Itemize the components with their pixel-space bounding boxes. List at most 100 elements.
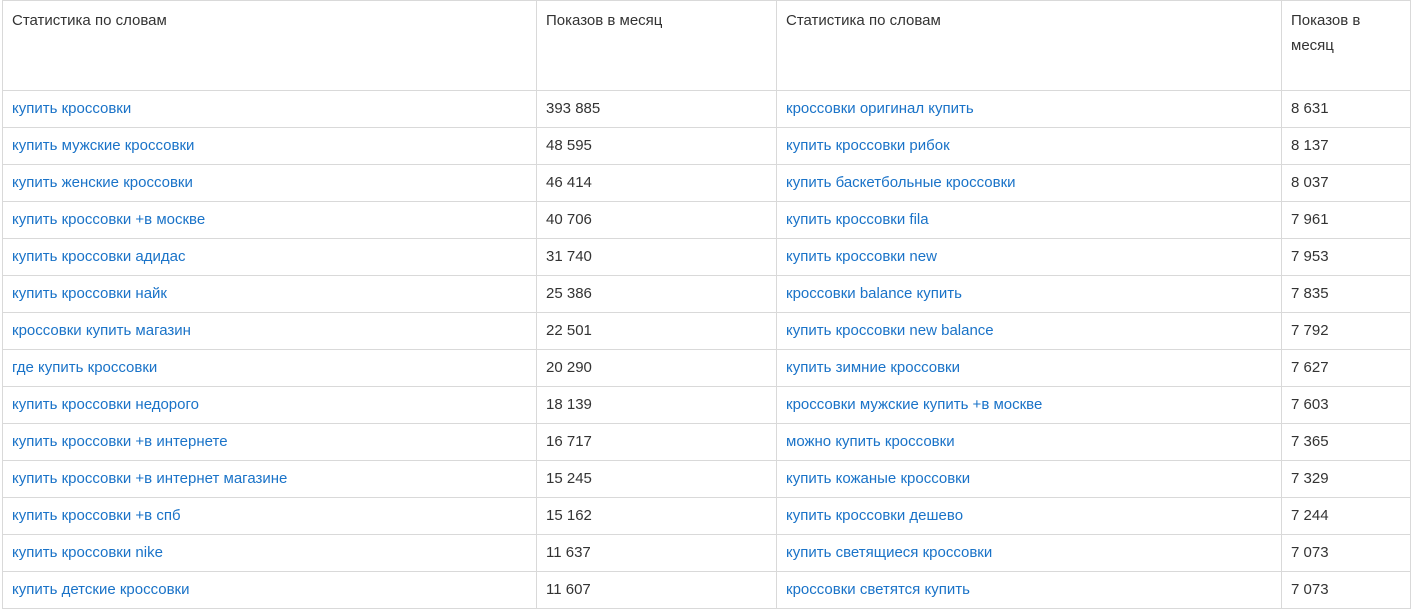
table-header: Статистика по словам Показов в месяц Ста…	[2, 0, 1411, 91]
impressions-count: 16 717	[536, 423, 777, 461]
keyword-cell: купить кроссовки +в интернет магазине	[2, 460, 537, 498]
keyword-link[interactable]: кроссовки купить магазин	[12, 322, 191, 339]
keyword-link[interactable]: купить кроссовки рибок	[786, 137, 950, 154]
keyword-cell: купить зимние кроссовки	[776, 349, 1282, 387]
keyword-link[interactable]: купить кроссовки найк	[12, 285, 167, 302]
table-row: купить мужские кроссовки 48 595 купить кро…	[2, 127, 1411, 165]
keyword-link[interactable]: купить кроссовки nike	[12, 544, 163, 561]
impressions-count: 8 631	[1281, 90, 1411, 128]
keyword-link[interactable]: купить кожаные кроссовки	[786, 470, 970, 487]
keyword-link[interactable]: можно купить кроссовки	[786, 433, 955, 450]
keyword-link[interactable]: кроссовки оригинал купить	[786, 100, 974, 117]
keyword-cell: купить кроссовки +в спб	[2, 497, 537, 535]
keyword-link[interactable]: кроссовки мужские купить +в москве	[786, 396, 1042, 413]
keyword-link[interactable]: купить детские кроссовки	[12, 581, 190, 598]
impressions-count: 7 792	[1281, 312, 1411, 350]
table-row: купить кроссовки 393 885 кроссовки оригина…	[2, 90, 1411, 128]
header-row: Статистика по словам Показов в месяц Ста…	[2, 0, 1411, 91]
keyword-stats-table: Статистика по словам Показов в месяц Ста…	[2, 0, 1411, 609]
impressions-count: 7 603	[1281, 386, 1411, 424]
table-row: купить детские кроссовки 11 607 кроссовки …	[2, 571, 1411, 609]
table-row: купить женские кроссовки 46 414 купить бас…	[2, 164, 1411, 202]
keyword-link[interactable]: купить кроссовки +в интернет магазине	[12, 470, 287, 487]
keyword-cell: купить кроссовки new balance	[776, 312, 1282, 350]
table-row: купить кроссовки +в интернете 16 717 можно…	[2, 423, 1411, 461]
keyword-link[interactable]: купить мужские кроссовки	[12, 137, 194, 154]
impressions-count: 20 290	[536, 349, 777, 387]
impressions-count: 7 244	[1281, 497, 1411, 535]
keyword-link[interactable]: купить зимние кроссовки	[786, 359, 960, 376]
table-row: купить кроссовки недорого 18 139 кроссовки…	[2, 386, 1411, 424]
keyword-link[interactable]: купить кроссовки +в спб	[12, 507, 181, 524]
keyword-link[interactable]: купить кроссовки +в интернете	[12, 433, 228, 450]
keyword-cell: купить кроссовки +в москве	[2, 201, 537, 239]
impressions-count: 15 162	[536, 497, 777, 535]
table-row: купить кроссовки найк 25 386 кроссовки bal…	[2, 275, 1411, 313]
keyword-link[interactable]: купить кроссовки new balance	[786, 322, 994, 339]
header-keywords-left: Статистика по словам	[2, 0, 537, 91]
keyword-cell: кроссовки светятся купить	[776, 571, 1282, 609]
impressions-count: 7 953	[1281, 238, 1411, 276]
impressions-count: 22 501	[536, 312, 777, 350]
keyword-cell: кроссовки купить магазин	[2, 312, 537, 350]
table-row: где купить кроссовки 20 290 купить зимние …	[2, 349, 1411, 387]
table-row: купить кроссовки адидас 31 740 купить крос…	[2, 238, 1411, 276]
impressions-count: 7 365	[1281, 423, 1411, 461]
keyword-link[interactable]: купить кроссовки недорого	[12, 396, 199, 413]
keyword-cell: купить кроссовки дешево	[776, 497, 1282, 535]
keyword-cell: где купить кроссовки	[2, 349, 537, 387]
keyword-cell: купить мужские кроссовки	[2, 127, 537, 165]
keyword-link[interactable]: купить светящиеся кроссовки	[786, 544, 992, 561]
keyword-link[interactable]: купить кроссовки	[12, 100, 131, 117]
impressions-count: 46 414	[536, 164, 777, 202]
impressions-count: 8 037	[1281, 164, 1411, 202]
impressions-count: 7 835	[1281, 275, 1411, 313]
keyword-link[interactable]: купить кроссовки адидас	[12, 248, 186, 265]
impressions-count: 7 961	[1281, 201, 1411, 239]
keyword-link[interactable]: кроссовки светятся купить	[786, 581, 970, 598]
impressions-count: 25 386	[536, 275, 777, 313]
table-row: купить кроссовки +в спб 15 162 купить крос…	[2, 497, 1411, 535]
keyword-cell: купить кроссовки рибок	[776, 127, 1282, 165]
keyword-link[interactable]: купить кроссовки +в москве	[12, 211, 205, 228]
keyword-link[interactable]: купить баскетбольные кроссовки	[786, 174, 1016, 191]
impressions-count: 393 885	[536, 90, 777, 128]
keyword-cell: купить кроссовки найк	[2, 275, 537, 313]
keyword-cell: можно купить кроссовки	[776, 423, 1282, 461]
keyword-cell: купить баскетбольные кроссовки	[776, 164, 1282, 202]
keyword-cell: купить кроссовки new	[776, 238, 1282, 276]
impressions-count: 7 627	[1281, 349, 1411, 387]
header-keywords-right: Статистика по словам	[776, 0, 1282, 91]
header-impressions-right: Показов в месяц	[1281, 0, 1411, 91]
impressions-count: 7 073	[1281, 571, 1411, 609]
keyword-cell: кроссовки balance купить	[776, 275, 1282, 313]
impressions-count: 11 637	[536, 534, 777, 572]
keyword-cell: купить кроссовки fila	[776, 201, 1282, 239]
header-impressions-left: Показов в месяц	[536, 0, 777, 91]
keyword-cell: кроссовки оригинал купить	[776, 90, 1282, 128]
impressions-count: 11 607	[536, 571, 777, 609]
keyword-cell: купить детские кроссовки	[2, 571, 537, 609]
keyword-link[interactable]: купить женские кроссовки	[12, 174, 193, 191]
keyword-cell: купить светящиеся кроссовки	[776, 534, 1282, 572]
keyword-link[interactable]: купить кроссовки fila	[786, 211, 929, 228]
table-row: кроссовки купить магазин 22 501 купить кро…	[2, 312, 1411, 350]
keyword-link[interactable]: кроссовки balance купить	[786, 285, 962, 302]
table-row: купить кроссовки +в москве 40 706 купить к…	[2, 201, 1411, 239]
keyword-link[interactable]: купить кроссовки дешево	[786, 507, 963, 524]
table-body: купить кроссовки 393 885 кроссовки оригина…	[2, 90, 1411, 609]
impressions-count: 48 595	[536, 127, 777, 165]
keyword-cell: купить кроссовки	[2, 90, 537, 128]
keyword-cell: купить кроссовки +в интернете	[2, 423, 537, 461]
table-row: купить кроссовки nike 11 637 купить светящ…	[2, 534, 1411, 572]
keyword-cell: купить кроссовки nike	[2, 534, 537, 572]
keyword-cell: купить кроссовки адидас	[2, 238, 537, 276]
impressions-count: 7 329	[1281, 460, 1411, 498]
keyword-link[interactable]: где купить кроссовки	[12, 359, 157, 376]
impressions-count: 31 740	[536, 238, 777, 276]
keyword-link[interactable]: купить кроссовки new	[786, 248, 937, 265]
keyword-cell: купить кроссовки недорого	[2, 386, 537, 424]
keyword-cell: купить кожаные кроссовки	[776, 460, 1282, 498]
keyword-cell: кроссовки мужские купить +в москве	[776, 386, 1282, 424]
table-row: купить кроссовки +в интернет магазине 15 …	[2, 460, 1411, 498]
